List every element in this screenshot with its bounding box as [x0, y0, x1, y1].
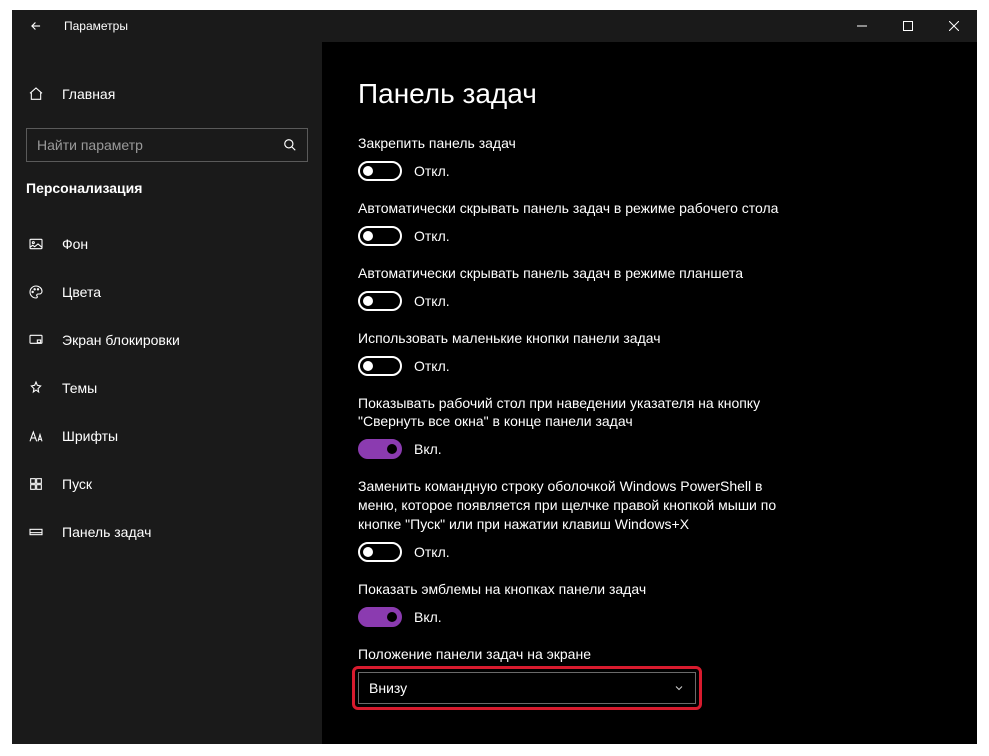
- maximize-icon: [903, 21, 913, 31]
- toggle-state: Вкл.: [414, 609, 442, 625]
- minimize-button[interactable]: [839, 10, 885, 42]
- sidebar-home-label: Главная: [62, 86, 115, 102]
- toggle-small-buttons[interactable]: [358, 356, 402, 376]
- sidebar-item-start[interactable]: Пуск: [12, 460, 322, 508]
- setting-label: Автоматически скрывать панель задач в ре…: [358, 199, 788, 218]
- toggle-state: Откл.: [414, 358, 450, 374]
- home-icon: [26, 86, 46, 102]
- setting-label: Закрепить панель задач: [358, 134, 788, 153]
- sidebar-item-label: Темы: [62, 380, 97, 396]
- page-title: Панель задач: [358, 78, 937, 110]
- picture-icon: [26, 236, 46, 252]
- setting-small-buttons: Использовать маленькие кнопки панели зад…: [358, 329, 937, 376]
- setting-badges: Показать эмблемы на кнопках панели задач…: [358, 580, 937, 627]
- taskbar-icon: [26, 524, 46, 540]
- sidebar-item-label: Панель задач: [62, 524, 151, 540]
- sidebar-item-label: Шрифты: [62, 428, 118, 444]
- setting-label: Положение панели задач на экране: [358, 645, 788, 664]
- setting-autohide-tablet: Автоматически скрывать панель задач в ре…: [358, 264, 937, 311]
- sidebar-item-label: Фон: [62, 236, 88, 252]
- sidebar-item-taskbar[interactable]: Панель задач: [12, 508, 322, 556]
- setting-label: Показать эмблемы на кнопках панели задач: [358, 580, 788, 599]
- start-icon: [26, 476, 46, 492]
- toggle-badges[interactable]: [358, 607, 402, 627]
- window-title: Параметры: [64, 19, 128, 33]
- dropdown-value: Внизу: [369, 680, 407, 696]
- sidebar-item-fonts[interactable]: Шрифты: [12, 412, 322, 460]
- sidebar-item-colors[interactable]: Цвета: [12, 268, 322, 316]
- setting-peek-desktop: Показывать рабочий стол при наведении ук…: [358, 394, 937, 460]
- sidebar: Главная Персонализация Фон: [12, 42, 322, 744]
- sidebar-item-background[interactable]: Фон: [12, 220, 322, 268]
- sidebar-item-label: Пуск: [62, 476, 92, 492]
- toggle-state: Откл.: [414, 293, 450, 309]
- toggle-lock-taskbar[interactable]: [358, 161, 402, 181]
- search-icon: [283, 138, 297, 152]
- sidebar-home[interactable]: Главная: [12, 72, 322, 116]
- back-button[interactable]: [20, 10, 52, 42]
- close-icon: [949, 21, 959, 31]
- setting-powershell: Заменить командную строку оболочкой Wind…: [358, 477, 937, 562]
- arrow-left-icon: [29, 19, 43, 33]
- sidebar-item-lockscreen[interactable]: Экран блокировки: [12, 316, 322, 364]
- setting-label: Заменить командную строку оболочкой Wind…: [358, 477, 788, 534]
- setting-taskbar-position: Положение панели задач на экране Внизу: [358, 645, 937, 704]
- settings-window: Параметры Главная: [12, 10, 977, 744]
- palette-icon: [26, 284, 46, 300]
- sidebar-item-label: Экран блокировки: [62, 332, 180, 348]
- toggle-powershell[interactable]: [358, 542, 402, 562]
- taskbar-position-dropdown[interactable]: Внизу: [358, 672, 696, 704]
- search-input[interactable]: [37, 137, 283, 153]
- sidebar-section-title: Персонализация: [12, 180, 322, 210]
- toggle-autohide-tablet[interactable]: [358, 291, 402, 311]
- toggle-state: Откл.: [414, 163, 450, 179]
- setting-label: Автоматически скрывать панель задач в ре…: [358, 264, 788, 283]
- toggle-state: Откл.: [414, 228, 450, 244]
- fonts-icon: [26, 429, 46, 443]
- toggle-autohide-desktop[interactable]: [358, 226, 402, 246]
- minimize-icon: [857, 21, 867, 31]
- toggle-peek-desktop[interactable]: [358, 439, 402, 459]
- setting-autohide-desktop: Автоматически скрывать панель задач в ре…: [358, 199, 937, 246]
- search-box[interactable]: [26, 128, 308, 162]
- content-area: Панель задач Закрепить панель задач Откл…: [322, 42, 977, 744]
- maximize-button[interactable]: [885, 10, 931, 42]
- titlebar: Параметры: [12, 10, 977, 42]
- setting-label: Использовать маленькие кнопки панели зад…: [358, 329, 788, 348]
- themes-icon: [26, 380, 46, 396]
- close-button[interactable]: [931, 10, 977, 42]
- setting-lock-taskbar: Закрепить панель задач Откл.: [358, 134, 937, 181]
- setting-label: Показывать рабочий стол при наведении ук…: [358, 394, 788, 432]
- sidebar-item-themes[interactable]: Темы: [12, 364, 322, 412]
- lockscreen-icon: [26, 332, 46, 348]
- toggle-state: Вкл.: [414, 441, 442, 457]
- window-controls: [839, 10, 977, 42]
- toggle-state: Откл.: [414, 544, 450, 560]
- window-body: Главная Персонализация Фон: [12, 42, 977, 744]
- chevron-down-icon: [673, 682, 685, 694]
- sidebar-items: Фон Цвета Экран блокировки: [12, 220, 322, 556]
- sidebar-item-label: Цвета: [62, 284, 101, 300]
